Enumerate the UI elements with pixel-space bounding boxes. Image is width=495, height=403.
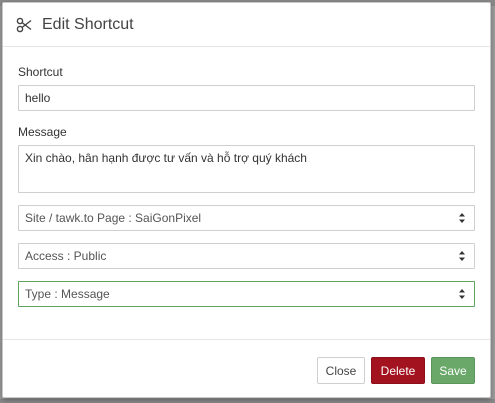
site-select[interactable]: Site / tawk.to Page : SaiGonPixel	[18, 205, 475, 231]
select-arrows-icon	[459, 289, 465, 299]
site-select-value: Site / tawk.to Page : SaiGonPixel	[25, 211, 202, 225]
select-arrows-icon	[459, 213, 465, 223]
access-select[interactable]: Access : Public	[18, 243, 475, 269]
page-backdrop-bottom	[0, 399, 495, 403]
dialog-footer: Close Delete Save	[3, 339, 490, 397]
save-button[interactable]: Save	[431, 357, 475, 384]
message-textarea[interactable]: Xin chào, hân hạnh được tư vấn và hỗ trợ…	[18, 145, 475, 193]
scissors-icon	[15, 16, 33, 34]
message-label: Message	[18, 125, 67, 139]
type-select[interactable]: Type : Message	[18, 281, 475, 307]
dialog-header: Edit Shortcut	[3, 3, 490, 47]
shortcut-label: Shortcut	[18, 65, 63, 79]
delete-button[interactable]: Delete	[371, 357, 425, 384]
dialog-title: Edit Shortcut	[42, 15, 134, 33]
shortcut-input[interactable]	[18, 85, 475, 111]
access-select-value: Access : Public	[25, 249, 107, 263]
type-select-value: Type : Message	[25, 287, 110, 301]
edit-shortcut-dialog: Edit Shortcut Shortcut Message Xin chào,…	[2, 2, 491, 398]
close-button[interactable]: Close	[317, 357, 365, 384]
dialog-body: Shortcut Message Xin chào, hân hạnh được…	[3, 47, 490, 339]
select-arrows-icon	[459, 251, 465, 261]
